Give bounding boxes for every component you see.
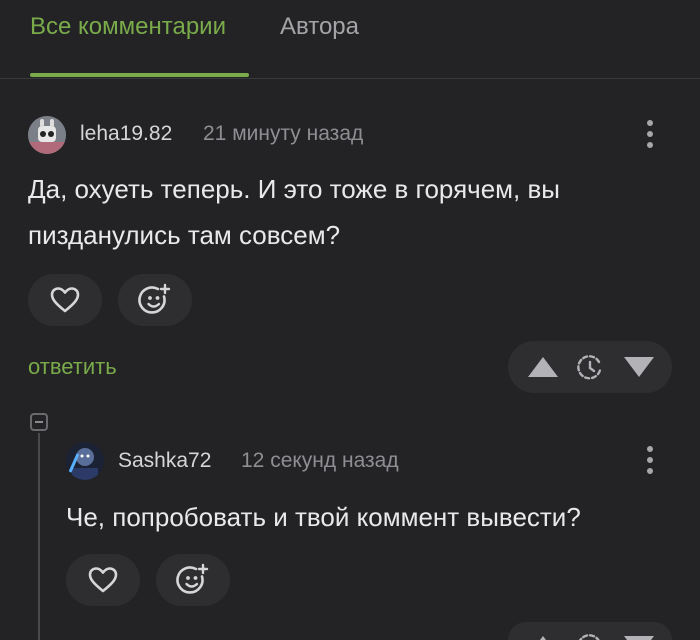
like-button[interactable] <box>66 554 140 606</box>
emoji-add-icon <box>176 563 209 594</box>
active-tab-indicator <box>30 73 249 77</box>
thread-line <box>38 433 40 640</box>
vote-down-icon[interactable] <box>622 634 656 640</box>
clock-icon[interactable] <box>576 633 604 640</box>
kebab-icon[interactable] <box>638 120 662 156</box>
comment-author[interactable]: Sashka72 <box>118 449 211 473</box>
comment-tabs: Все комментарии Автора <box>0 0 700 79</box>
like-button[interactable] <box>28 274 102 326</box>
kebab-icon[interactable] <box>638 446 662 482</box>
comment-text: Да, охуеть теперь. И это тоже в горячем,… <box>28 166 678 258</box>
comment-author[interactable]: leha19.82 <box>80 122 172 146</box>
emoji-add-icon <box>138 283 171 314</box>
tab-all-comments[interactable]: Все комментарии <box>30 13 226 41</box>
collapse-icon[interactable] <box>30 413 48 431</box>
vote-up-icon[interactable] <box>526 634 560 640</box>
tab-author[interactable]: Автора <box>280 13 359 41</box>
vote-widget <box>508 622 672 640</box>
avatar[interactable] <box>66 442 104 480</box>
comment-text-line: Че, попробовать и твой коммент вывести? <box>66 502 581 532</box>
comment-time: 12 секунд назад <box>241 449 399 472</box>
heart-icon <box>50 287 80 313</box>
heart-icon <box>88 567 118 593</box>
avatar[interactable] <box>28 116 66 154</box>
vote-down-icon[interactable] <box>622 355 656 379</box>
clock-icon[interactable] <box>576 354 604 382</box>
reply-link[interactable]: ответить <box>28 354 117 380</box>
comment-time: 21 минуту назад <box>203 122 364 145</box>
add-reaction-button[interactable] <box>156 554 230 606</box>
comment-text-line: Да, охуеть теперь. И это тоже в горячем,… <box>28 174 560 204</box>
comment-text: Че, попробовать и твой коммент вывести? <box>66 494 686 540</box>
vote-widget <box>508 341 672 393</box>
vote-up-icon[interactable] <box>526 355 560 379</box>
comment-text-line: пизданулись там совсем? <box>28 220 341 250</box>
add-reaction-button[interactable] <box>118 274 192 326</box>
